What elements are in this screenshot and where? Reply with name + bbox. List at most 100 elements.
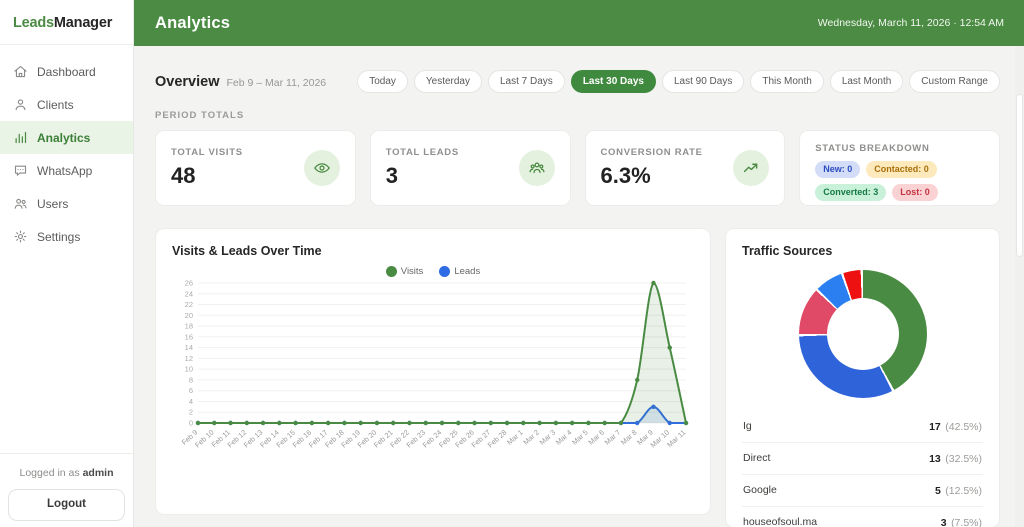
sidebar-item-users[interactable]: Users <box>0 187 133 220</box>
svg-text:Mar 8: Mar 8 <box>619 428 639 447</box>
source-name: houseofsoul.ma <box>743 516 818 527</box>
page-header: Analytics Wednesday, March 11, 2026 · 12… <box>134 0 1024 46</box>
svg-text:Mar 7: Mar 7 <box>603 428 623 447</box>
stat-cards-row: TOTAL VISITS 48 TOTAL LEADS 3 CONVERSION… <box>155 130 1000 206</box>
svg-text:22: 22 <box>185 300 193 309</box>
conversion-rate-label: CONVERSION RATE <box>600 147 703 158</box>
app-logo: LeadsManager <box>0 0 133 45</box>
svg-text:6: 6 <box>189 386 193 395</box>
users-icon <box>13 196 28 211</box>
legend-item-visits: Visits <box>385 266 424 277</box>
content-area: Overview Feb 9 – Mar 11, 2026 Today Yest… <box>134 46 1024 527</box>
date-filter-group: Today Yesterday Last 7 Days Last 30 Days… <box>357 70 1000 93</box>
traffic-sources-donut-chart <box>798 270 927 398</box>
source-value: 3 <box>940 517 947 527</box>
sidebar-item-dashboard[interactable]: Dashboard <box>0 55 133 88</box>
source-pct: (42.5%) <box>945 421 982 433</box>
svg-text:20: 20 <box>185 311 193 320</box>
overview-date-range: Feb 9 – Mar 11, 2026 <box>226 76 327 89</box>
traffic-sources-card: Traffic Sources Ig 17 (42.5%) Direct 13 … <box>725 228 1000 527</box>
traffic-source-row-ig: Ig 17 (42.5%) <box>742 411 983 443</box>
svg-text:10: 10 <box>185 365 193 374</box>
sidebar-item-label: Clients <box>37 97 74 112</box>
total-leads-value: 3 <box>385 163 398 188</box>
scrollbar-thumb[interactable] <box>1016 94 1023 257</box>
eye-icon <box>303 150 340 186</box>
filter-this-month[interactable]: This Month <box>750 70 824 93</box>
filter-last-7-days[interactable]: Last 7 Days <box>488 70 565 93</box>
source-pct: (12.5%) <box>945 485 982 497</box>
traffic-source-row-houseofsoul: houseofsoul.ma 3 (7.5%) <box>742 507 983 527</box>
conversion-rate-card: CONVERSION RATE 6.3% <box>584 130 786 206</box>
leads-icon <box>518 150 555 186</box>
legend-label-leads: Leads <box>454 266 481 277</box>
sidebar-item-clients[interactable]: Clients <box>0 88 133 121</box>
period-totals-label: PERIOD TOTALS <box>155 110 245 121</box>
svg-text:4: 4 <box>189 397 193 406</box>
traffic-sources-list: Ig 17 (42.5%) Direct 13 (32.5%) Google 5… <box>742 411 983 527</box>
svg-text:Mar 4: Mar 4 <box>554 428 574 447</box>
source-name: Direct <box>743 452 771 464</box>
status-badge-converted: Converted: 3 <box>815 184 887 201</box>
visits-leads-line-chart: 02468101214161820222426Feb 9Feb 10Feb 11… <box>180 279 689 450</box>
svg-text:12: 12 <box>185 354 193 363</box>
source-value: 5 <box>934 485 941 497</box>
donut-chart-title: Traffic Sources <box>742 244 833 258</box>
leads-legend-dot <box>439 266 451 277</box>
logo-text-secondary: Manager <box>53 15 113 31</box>
conversion-rate-value: 6.3% <box>600 163 651 188</box>
svg-text:2: 2 <box>189 408 193 417</box>
status-badge-contacted: Contacted: 0 <box>866 161 937 178</box>
source-pct: (32.5%) <box>945 453 982 465</box>
logo-text-primary: Leads <box>13 15 54 31</box>
source-name: Google <box>743 484 777 496</box>
legend-label-visits: Visits <box>400 266 424 277</box>
sidebar-footer: Logged in as admin Logout <box>0 453 133 527</box>
source-name: Ig <box>743 420 752 432</box>
svg-text:Mar 3: Mar 3 <box>538 428 558 447</box>
svg-text:16: 16 <box>185 332 193 341</box>
source-value: 17 <box>929 421 941 433</box>
visits-leads-chart-card: Visits & Leads Over Time Visits Leads 0 2… <box>155 228 711 515</box>
status-badge-lost: Lost: 0 <box>892 184 938 201</box>
total-visits-card: TOTAL VISITS 48 <box>155 130 356 206</box>
home-icon <box>13 64 28 79</box>
sidebar-item-settings[interactable]: Settings <box>0 220 133 253</box>
charts-row: Visits & Leads Over Time Visits Leads 0 2… <box>155 228 1000 527</box>
svg-text:Mar 5: Mar 5 <box>570 428 590 447</box>
svg-text:Mar 6: Mar 6 <box>586 428 606 447</box>
svg-text:Mar 2: Mar 2 <box>521 428 541 447</box>
gear-icon <box>13 229 28 244</box>
scrollbar-track[interactable] <box>1015 46 1024 527</box>
svg-text:Mar 1: Mar 1 <box>505 428 525 447</box>
main-area: Analytics Wednesday, March 11, 2026 · 12… <box>134 0 1024 527</box>
line-chart-title: Visits & Leads Over Time <box>172 244 322 258</box>
total-visits-value: 48 <box>171 163 196 188</box>
filter-today[interactable]: Today <box>357 70 408 93</box>
app-window: LeadsManager Dashboard Clients Analytics… <box>0 0 1024 527</box>
donut-hole <box>826 298 899 370</box>
sidebar-nav: Dashboard Clients Analytics WhatsApp Use… <box>0 45 133 253</box>
svg-text:8: 8 <box>189 375 193 384</box>
filter-last-30-days[interactable]: Last 30 Days <box>570 70 656 93</box>
overview-row: Overview Feb 9 – Mar 11, 2026 Today Yest… <box>155 70 1000 93</box>
svg-text:Mar 11: Mar 11 <box>665 428 687 449</box>
page-title: Analytics <box>155 13 231 32</box>
visits-legend-dot <box>385 266 397 277</box>
total-leads-card: TOTAL LEADS 3 <box>369 130 571 206</box>
sidebar-item-whatsapp[interactable]: WhatsApp <box>0 154 133 187</box>
total-visits-label: TOTAL VISITS <box>171 147 243 158</box>
filter-last-month[interactable]: Last Month <box>829 70 904 93</box>
svg-text:0: 0 <box>189 419 193 428</box>
logged-in-username: admin <box>82 467 114 479</box>
status-breakdown-card: STATUS BREAKDOWN New: 0 Contacted: 0 Con… <box>799 130 1000 206</box>
sidebar-item-label: Analytics <box>37 130 91 145</box>
bar-chart-icon <box>13 130 28 145</box>
filter-custom-range[interactable]: Custom Range <box>909 70 1000 93</box>
svg-text:18: 18 <box>185 322 193 331</box>
svg-text:Feb 28: Feb 28 <box>486 428 509 450</box>
sidebar-item-analytics[interactable]: Analytics <box>0 121 133 154</box>
filter-yesterday[interactable]: Yesterday <box>413 70 482 93</box>
logout-button[interactable]: Logout <box>8 489 125 521</box>
filter-last-90-days[interactable]: Last 90 Days <box>661 70 745 93</box>
